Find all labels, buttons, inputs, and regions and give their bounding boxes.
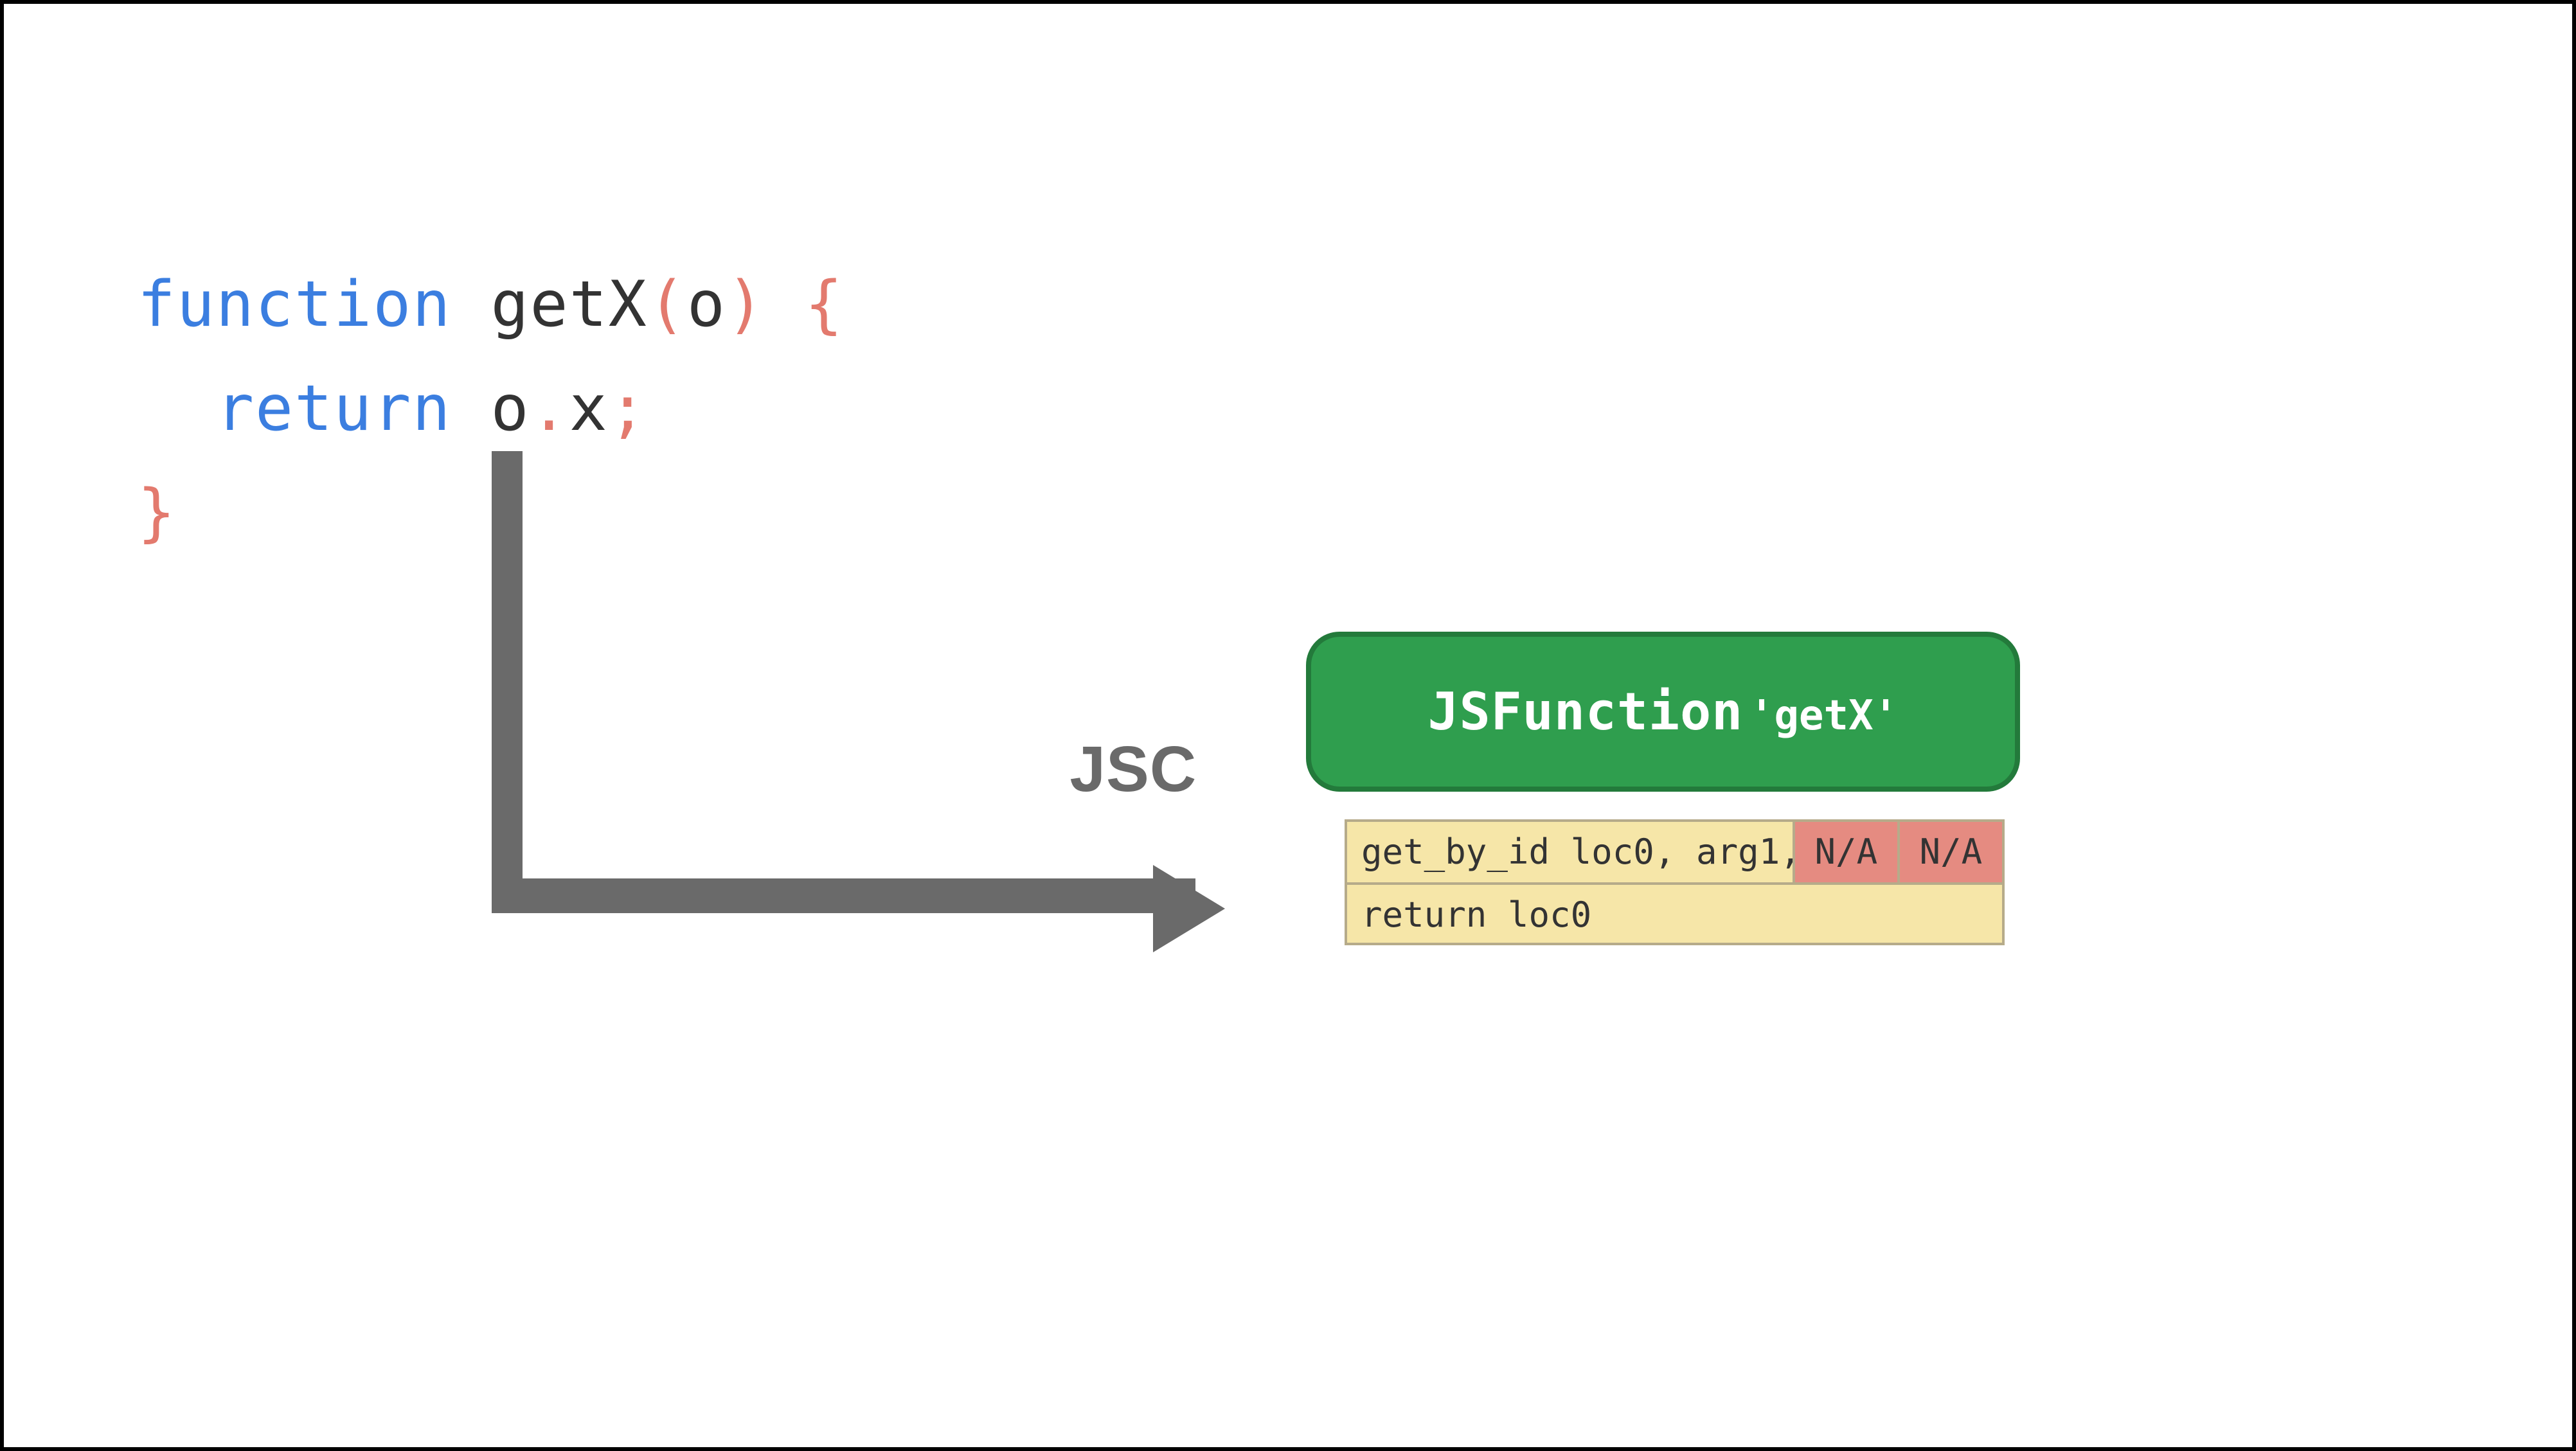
arrow-head-icon bbox=[1153, 865, 1225, 952]
object-o: o bbox=[490, 372, 530, 445]
right-paren: ) bbox=[726, 268, 765, 341]
dot-operator: . bbox=[530, 372, 569, 445]
inline-cache-slot: N/A bbox=[1897, 822, 2002, 882]
left-paren: ( bbox=[648, 268, 687, 341]
bytecode-row: get_by_id loc0, arg1, x N/A N/A bbox=[1347, 822, 2002, 882]
jsfunction-title: JSFunction bbox=[1427, 682, 1743, 742]
property-x: x bbox=[569, 372, 609, 445]
inline-cache-slot: N/A bbox=[1793, 822, 1897, 882]
jsfunction-box: JSFunction 'getX' bbox=[1306, 632, 2020, 792]
bytecode-op: get_by_id loc0, arg1, x bbox=[1347, 822, 1793, 882]
arrow-label-jsc: JSC bbox=[1069, 733, 1197, 806]
left-brace: { bbox=[805, 268, 844, 341]
semicolon: ; bbox=[609, 372, 648, 445]
arrow-vertical-segment bbox=[492, 451, 522, 913]
keyword-return: return bbox=[216, 372, 451, 445]
bytecode-op: return loc0 bbox=[1347, 885, 2002, 943]
jsfunction-name: 'getX' bbox=[1749, 691, 1899, 740]
param-o: o bbox=[687, 268, 726, 341]
keyword-function: function bbox=[138, 268, 452, 341]
arrow-horizontal-segment bbox=[492, 878, 1195, 913]
slide-frame: function getX(o) { return o.x; } JSC JSF… bbox=[0, 0, 2576, 1451]
function-name: getX bbox=[490, 268, 647, 341]
bytecode-row: return loc0 bbox=[1347, 882, 2002, 943]
compile-arrow bbox=[492, 451, 1339, 913]
bytecode-table: get_by_id loc0, arg1, x N/A N/A return l… bbox=[1345, 819, 2005, 945]
right-brace: } bbox=[138, 476, 177, 549]
